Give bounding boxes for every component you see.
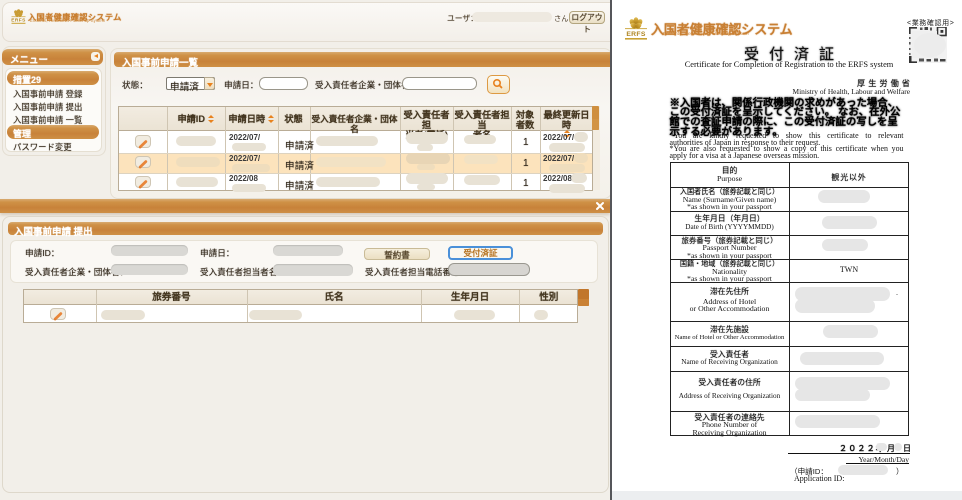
svg-text:ERFS: ERFS (626, 31, 645, 38)
